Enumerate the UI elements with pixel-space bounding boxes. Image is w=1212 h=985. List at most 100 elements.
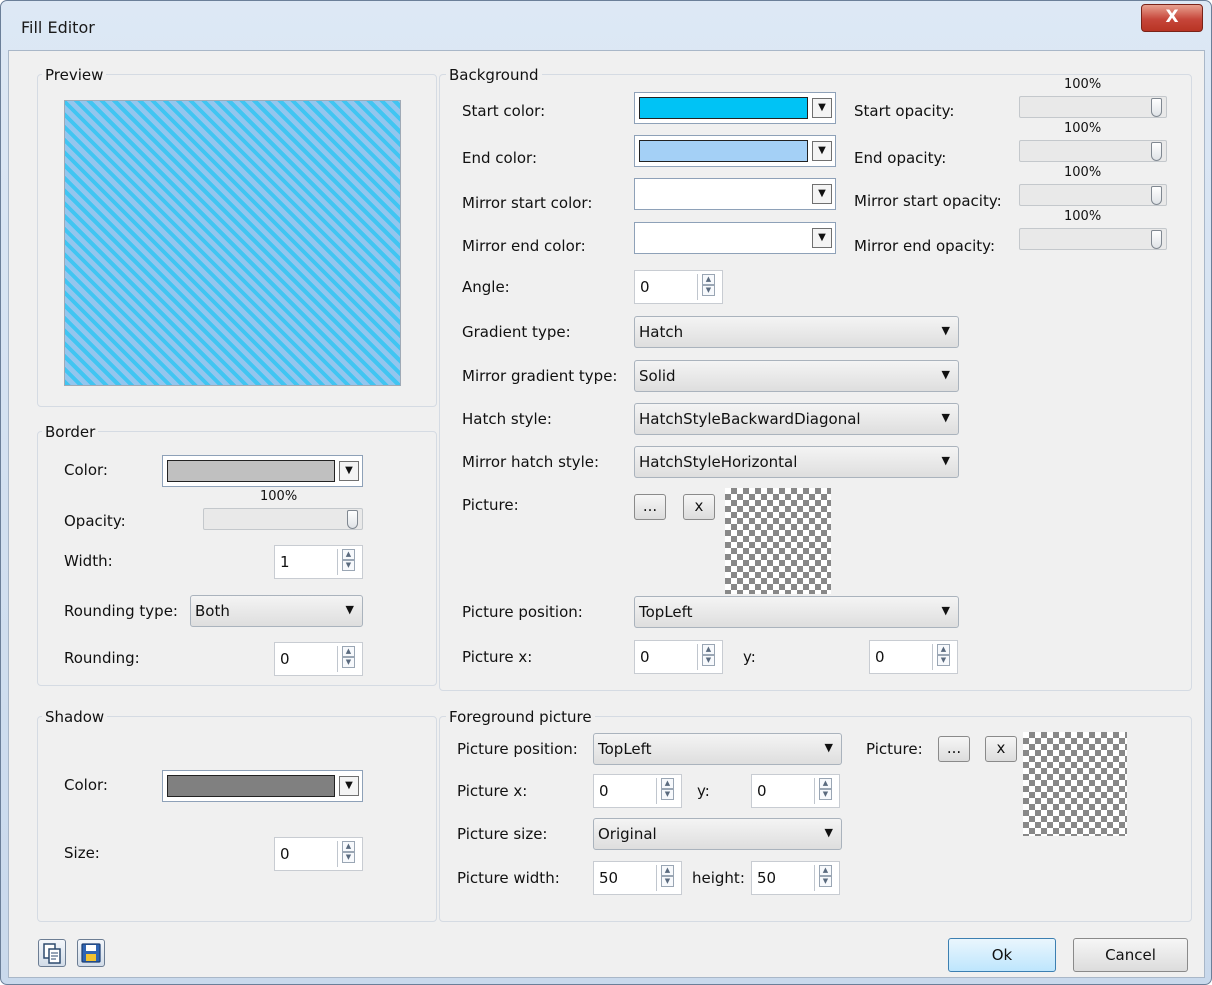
foreground-picture-y-value[interactable]: 0 — [757, 782, 767, 800]
chevron-down-icon: ▼ — [941, 454, 950, 467]
spinner-arrows-icon[interactable]: ▲ ▼ — [656, 778, 677, 804]
rounding-type-select[interactable]: Both ▼ — [190, 595, 363, 627]
slider-thumb[interactable] — [1151, 142, 1162, 161]
shadow-size-spinner[interactable]: 0 ▲ ▼ — [274, 837, 363, 871]
start-opacity-slider[interactable] — [1019, 96, 1167, 118]
slider-thumb[interactable] — [1151, 98, 1162, 117]
foreground-picture-y-spinner[interactable]: 0 ▲ ▼ — [751, 774, 840, 808]
chevron-down-icon[interactable]: ▼ — [812, 184, 832, 204]
shadow-group-title: Shadow — [42, 708, 108, 726]
shadow-color-swatch — [167, 775, 335, 797]
spinner-arrows-icon[interactable]: ▲ ▼ — [814, 865, 835, 891]
foreground-picture-position-label: Picture position: — [457, 740, 578, 758]
spinner-arrows-icon[interactable]: ▲ ▼ — [337, 549, 358, 575]
border-group-title: Border — [42, 423, 99, 441]
spinner-arrows-icon[interactable]: ▲ ▼ — [697, 274, 718, 300]
foreground-picture-x-value[interactable]: 0 — [599, 782, 609, 800]
border-width-value[interactable]: 1 — [280, 553, 290, 571]
background-picture-position-value: TopLeft — [639, 603, 693, 621]
foreground-picture-size-label: Picture size: — [457, 825, 548, 843]
gradient-type-select[interactable]: Hatch ▼ — [634, 316, 959, 348]
slider-thumb[interactable] — [1151, 186, 1162, 205]
chevron-down-icon: ▼ — [345, 603, 354, 616]
chevron-down-icon: ▼ — [941, 368, 950, 381]
foreground-picture-clear-button[interactable]: x — [985, 736, 1017, 762]
start-color-swatch — [639, 97, 808, 119]
mirror-start-opacity-value: 100% — [1064, 165, 1102, 180]
mirror-gradient-type-select[interactable]: Solid ▼ — [634, 360, 959, 392]
chevron-down-icon: ▼ — [941, 604, 950, 617]
background-picture-y-label: y: — [743, 648, 756, 666]
spinner-arrows-icon[interactable]: ▲ ▼ — [337, 646, 358, 672]
foreground-picture-height-label: height: — [692, 869, 745, 887]
rounding-type-label: Rounding type: — [64, 602, 178, 620]
mirror-gradient-type-value: Solid — [639, 367, 676, 385]
cancel-button[interactable]: Cancel — [1073, 938, 1188, 972]
slider-thumb[interactable] — [1151, 230, 1162, 249]
foreground-picture-width-spinner[interactable]: 50 ▲ ▼ — [593, 861, 682, 895]
background-picture-y-value[interactable]: 0 — [875, 648, 885, 666]
background-picture-x-spinner[interactable]: 0 ▲ ▼ — [634, 640, 723, 674]
ok-button[interactable]: Ok — [948, 938, 1056, 972]
border-width-spinner[interactable]: 1 ▲ ▼ — [274, 545, 363, 579]
chevron-down-icon[interactable]: ▼ — [339, 461, 359, 481]
shadow-size-label: Size: — [64, 844, 100, 862]
chevron-down-icon[interactable]: ▼ — [339, 776, 359, 796]
foreground-picture-x-spinner[interactable]: 0 ▲ ▼ — [593, 774, 682, 808]
shadow-size-value[interactable]: 0 — [280, 845, 290, 863]
background-picture-thumbnail — [725, 488, 831, 594]
spinner-arrows-icon[interactable]: ▲ ▼ — [814, 778, 835, 804]
border-opacity-slider[interactable] — [203, 508, 363, 530]
spinner-arrows-icon[interactable]: ▲ ▼ — [656, 865, 677, 891]
end-opacity-value: 100% — [1064, 121, 1102, 136]
angle-spinner[interactable]: 0 ▲ ▼ — [634, 270, 723, 304]
save-button[interactable] — [77, 939, 105, 967]
background-picture-browse-button[interactable]: ... — [634, 494, 666, 520]
chevron-down-icon[interactable]: ▼ — [812, 98, 832, 118]
border-color-picker[interactable]: ▼ — [162, 455, 363, 487]
rounding-value[interactable]: 0 — [280, 650, 290, 668]
end-color-picker[interactable]: ▼ — [634, 135, 836, 167]
foreground-picture-size-select[interactable]: Original ▼ — [593, 818, 842, 850]
chevron-down-icon[interactable]: ▼ — [812, 228, 832, 248]
copy-icon — [43, 943, 61, 964]
spinner-arrows-icon[interactable]: ▲ ▼ — [337, 841, 358, 867]
spinner-arrows-icon[interactable]: ▲ ▼ — [932, 644, 953, 670]
angle-value[interactable]: 0 — [640, 278, 650, 296]
foreground-picture-width-value[interactable]: 50 — [599, 869, 618, 887]
mirror-end-opacity-label: Mirror end opacity: — [854, 237, 996, 255]
border-opacity-label: Opacity: — [64, 512, 126, 530]
foreground-picture-height-value[interactable]: 50 — [757, 869, 776, 887]
copy-button[interactable] — [38, 939, 66, 967]
background-picture-x-value[interactable]: 0 — [640, 648, 650, 666]
foreground-picture-height-spinner[interactable]: 50 ▲ ▼ — [751, 861, 840, 895]
mirror-end-opacity-slider[interactable] — [1019, 228, 1167, 250]
foreground-picture-position-select[interactable]: TopLeft ▼ — [593, 733, 842, 765]
mirror-end-color-label: Mirror end color: — [462, 237, 586, 255]
background-picture-clear-button[interactable]: x — [683, 494, 715, 520]
mirror-end-color-picker[interactable]: ▼ — [634, 222, 836, 254]
mirror-hatch-style-select[interactable]: HatchStyleHorizontal ▼ — [634, 446, 959, 478]
background-picture-position-select[interactable]: TopLeft ▼ — [634, 596, 959, 628]
slider-thumb[interactable] — [347, 510, 358, 529]
background-group-title: Background — [446, 66, 542, 84]
background-picture-y-spinner[interactable]: 0 ▲ ▼ — [869, 640, 958, 674]
foreground-picture-thumbnail — [1023, 732, 1127, 836]
mirror-start-color-picker[interactable]: ▼ — [634, 178, 836, 210]
spinner-arrows-icon[interactable]: ▲ ▼ — [697, 644, 718, 670]
hatch-style-select[interactable]: HatchStyleBackwardDiagonal ▼ — [634, 403, 959, 435]
chevron-down-icon: ▼ — [824, 826, 833, 839]
chevron-down-icon[interactable]: ▼ — [812, 141, 832, 161]
preview-group-title: Preview — [42, 66, 107, 84]
foreground-picture-width-label: Picture width: — [457, 869, 560, 887]
rounding-spinner[interactable]: 0 ▲ ▼ — [274, 642, 363, 676]
foreground-picture-browse-button[interactable]: ... — [938, 736, 970, 762]
end-opacity-slider[interactable] — [1019, 140, 1167, 162]
start-color-label: Start color: — [462, 102, 546, 120]
start-color-picker[interactable]: ▼ — [634, 92, 836, 124]
mirror-start-opacity-slider[interactable] — [1019, 184, 1167, 206]
foreground-picture-position-value: TopLeft — [598, 740, 652, 758]
close-button[interactable]: X — [1141, 4, 1203, 32]
shadow-color-picker[interactable]: ▼ — [162, 770, 363, 802]
border-color-label: Color: — [64, 461, 108, 479]
